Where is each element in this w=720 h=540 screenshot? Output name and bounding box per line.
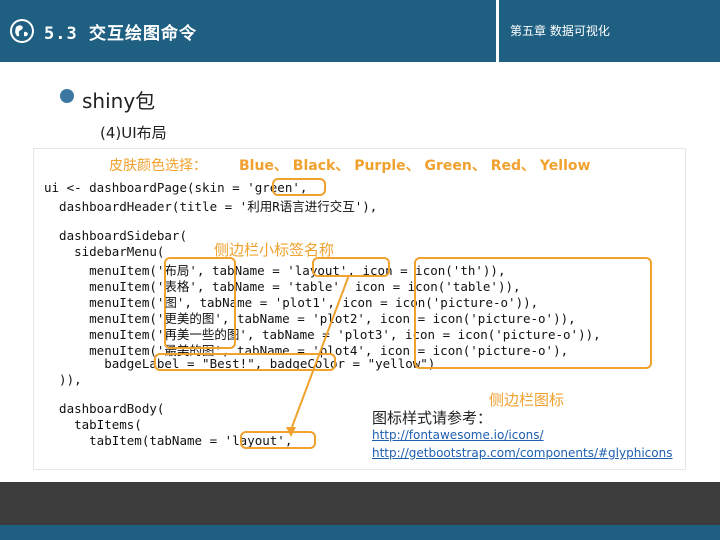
chapter-label: 第五章 数据可视化 (510, 24, 610, 38)
subheading: (4)UI布局 (100, 124, 167, 142)
footer-strip (0, 525, 720, 540)
title-area: 5.3 交互绘图命令 (0, 0, 496, 62)
code-screenshot: 皮肤颜色选择： Blue、 Black、 Purple、 Green、 Red、… (33, 148, 686, 470)
slide-header: 5.3 交互绘图命令 第五章 数据可视化 (0, 0, 720, 62)
annotation-arrows (286, 274, 350, 437)
bullet-text: shiny包 (82, 89, 156, 113)
slide-title: 5.3 交互绘图命令 (44, 24, 197, 44)
globe-icon (10, 19, 34, 43)
bullet-dot (60, 89, 74, 103)
header-divider (496, 0, 499, 62)
